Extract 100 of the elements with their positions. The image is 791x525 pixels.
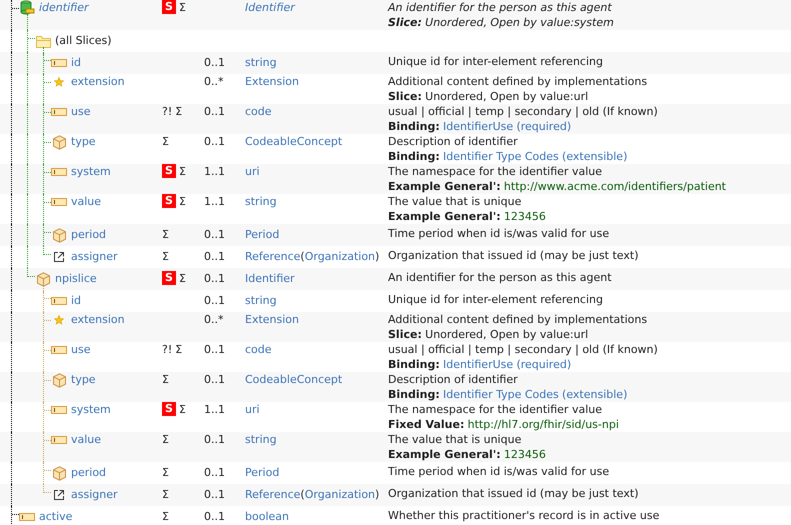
element-name-link[interactable]: period — [71, 227, 106, 242]
cardinality: 0..1 — [204, 227, 225, 242]
database-icon — [19, 0, 35, 16]
external-link-icon — [53, 489, 65, 501]
description-text: Additional content defined by implementations — [388, 74, 648, 89]
element-name-link[interactable]: npislice — [55, 271, 97, 286]
cardinality: 0..1 — [204, 271, 225, 286]
description-text: The namespace for the identifier value — [388, 164, 602, 179]
datatype-link[interactable]: Reference — [245, 250, 300, 263]
datatype-link[interactable]: uri — [245, 403, 260, 416]
field-icon — [51, 297, 67, 305]
element-name-link[interactable]: identifier — [39, 0, 89, 15]
datatype-link[interactable]: Organization — [304, 250, 376, 263]
binding-link[interactable]: Identifier Type Codes — [443, 388, 559, 401]
cardinality: 0..1 — [204, 372, 225, 387]
flag-symbol: Σ — [178, 164, 186, 179]
flag-symbol: Σ — [162, 134, 169, 149]
datatype-link[interactable]: string — [245, 56, 277, 69]
element-name-link[interactable]: use — [71, 104, 90, 119]
binding-link[interactable]: IdentifierUse — [443, 120, 514, 133]
folder-icon — [36, 34, 50, 48]
flag-symbol: Σ — [162, 487, 169, 502]
element-name-link[interactable]: type — [71, 372, 96, 387]
element-name-link[interactable]: extension — [71, 312, 125, 327]
field-icon — [51, 108, 67, 116]
flag-symbol: Σ — [162, 465, 169, 480]
binding-link[interactable]: IdentifierUse — [443, 358, 514, 371]
datatype-link[interactable]: CodeableConcept — [245, 135, 342, 148]
datatype-link[interactable]: string — [245, 294, 277, 307]
description-note: Slice: Unordered, Open by value:url — [388, 327, 588, 342]
cardinality: 1..1 — [204, 402, 225, 417]
element-name-link[interactable]: active — [39, 509, 72, 524]
element-name-link[interactable]: value — [71, 194, 102, 209]
flag-symbol: Σ — [162, 432, 169, 447]
datatype-link[interactable]: string — [245, 433, 277, 446]
flag-symbol: Σ — [178, 402, 186, 417]
cube-icon — [52, 372, 66, 388]
datatype-link[interactable]: Reference — [245, 488, 300, 501]
must-support-badge: S — [162, 0, 176, 14]
datatype-link[interactable]: Identifier — [245, 1, 295, 14]
datatype-link[interactable]: Extension — [245, 75, 300, 88]
description-text: The value that is unique — [388, 194, 522, 209]
cardinality: 0..1 — [204, 55, 225, 70]
cardinality: 0..1 — [204, 342, 225, 357]
description-text: Unique id for inter-element referencing — [388, 54, 603, 69]
binding-link[interactable]: (required) — [516, 358, 572, 371]
description-note: Binding: IdentifierUse (required) — [388, 357, 572, 372]
cardinality: 1..1 — [204, 194, 225, 209]
field-icon — [51, 198, 67, 206]
cube-icon — [52, 228, 66, 242]
binding-link[interactable]: Identifier Type Codes — [443, 150, 559, 163]
parenthesis: ) — [375, 250, 380, 263]
element-name-link[interactable]: period — [71, 465, 106, 480]
description-text: The value that is unique — [388, 432, 522, 447]
must-support-badge: S — [162, 402, 176, 416]
cardinality: 0..1 — [204, 249, 225, 264]
description-text: Description of identifier — [388, 372, 518, 387]
cardinality: 0..* — [204, 74, 224, 89]
cube-icon — [52, 466, 66, 480]
flag-symbol: Σ — [162, 249, 169, 264]
element-name-link[interactable]: id — [71, 293, 82, 308]
datatype-link[interactable]: string — [245, 195, 277, 208]
datatype-link[interactable]: CodeableConcept — [245, 373, 342, 386]
description-note: Binding: Identifier Type Codes (extensible) — [388, 387, 628, 402]
element-name-link[interactable]: use — [71, 342, 90, 357]
cardinality: 0..1 — [204, 465, 225, 480]
datatype-link[interactable]: uri — [245, 165, 260, 178]
binding-link[interactable]: (extensible) — [562, 388, 628, 401]
datatype-link[interactable]: Extension — [245, 313, 300, 326]
datatype-link[interactable]: boolean — [245, 510, 289, 523]
datatype-link[interactable]: code — [245, 105, 272, 118]
datatype-link[interactable]: Period — [245, 466, 280, 479]
datatype-link[interactable]: code — [245, 343, 272, 356]
datatype-link[interactable]: Period — [245, 228, 280, 241]
binding-link[interactable]: (extensible) — [562, 150, 628, 163]
description-text: Description of identifier — [388, 134, 518, 149]
description-text: usual | official | temp | secondary | old (If known) — [388, 104, 658, 119]
description-note: Binding: Identifier Type Codes (extensible) — [388, 149, 628, 164]
cardinality: 0..1 — [204, 104, 225, 119]
datatype-link[interactable]: Organization — [304, 488, 376, 501]
element-name-link[interactable]: assigner — [71, 249, 118, 264]
cube-icon — [36, 272, 50, 286]
cardinality: 0..* — [204, 312, 224, 327]
element-name-link[interactable]: extension — [71, 74, 125, 89]
description-text: usual | official | temp | secondary | old (If known) — [388, 342, 658, 357]
field-icon — [19, 513, 35, 521]
element-name-link[interactable]: assigner — [71, 487, 118, 502]
element-name-link[interactable]: id — [71, 55, 82, 70]
binding-link[interactable]: (required) — [516, 120, 572, 133]
element-name-link[interactable]: value — [71, 432, 102, 447]
description-note: Fixed Value: http://hl7.org/fhir/sid/us-npi — [388, 417, 619, 432]
parenthesis: ) — [375, 488, 380, 501]
cardinality: 1..1 — [204, 164, 225, 179]
datatype-link[interactable]: Identifier — [245, 272, 295, 285]
element-name-link[interactable]: system — [71, 164, 111, 179]
element-name-link[interactable]: type — [71, 134, 96, 149]
field-icon — [51, 168, 67, 176]
field-icon — [51, 406, 67, 414]
flag-symbol: Σ — [162, 509, 169, 524]
element-name-link[interactable]: system — [71, 402, 111, 417]
